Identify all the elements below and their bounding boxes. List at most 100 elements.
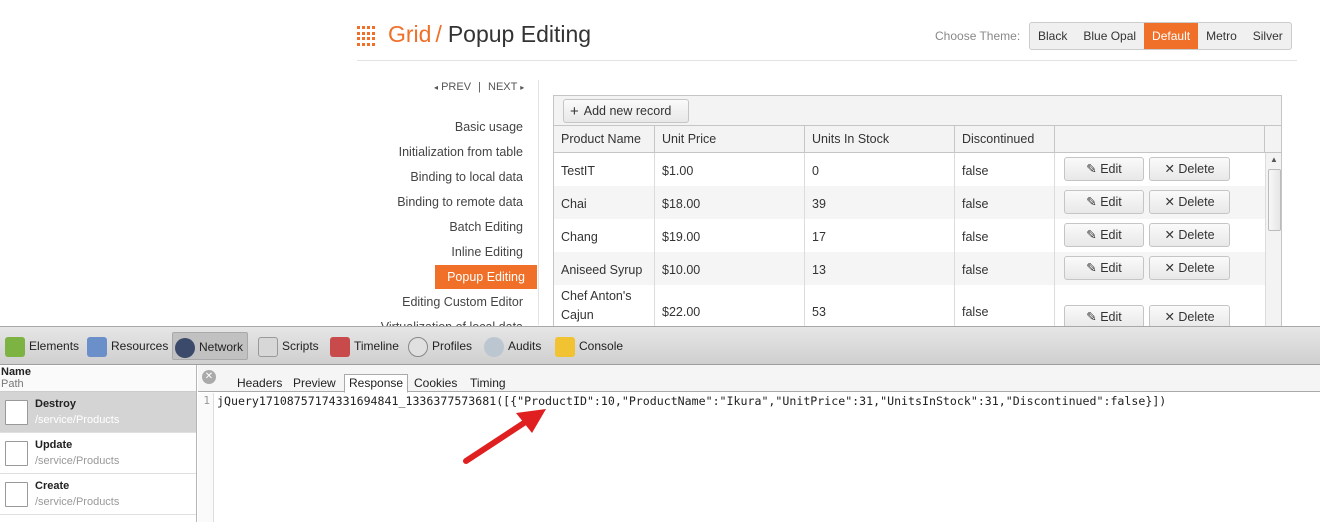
- request-item[interactable]: Update /service/Products: [0, 433, 196, 474]
- panel-timeline[interactable]: Timeline: [328, 332, 399, 360]
- grid-widget: + Add new record Product Name Unit Price …: [553, 95, 1282, 326]
- cell-product-name: Aniseed Syrup: [554, 252, 655, 285]
- cell-text: $22.00: [662, 305, 701, 319]
- prev-chevron-icon: ◂: [434, 83, 439, 92]
- devtools-toolbar: Elements Resources Network Scripts Timel…: [0, 327, 1320, 365]
- panel-elements[interactable]: Elements: [3, 332, 79, 360]
- panel-resources[interactable]: Resources: [85, 332, 168, 360]
- grid-scrollbar[interactable]: ▲: [1265, 153, 1281, 326]
- nav-item-initialization[interactable]: Initialization from table: [340, 145, 523, 159]
- edit-button[interactable]: ✎ Edit: [1064, 157, 1144, 181]
- cell-text: Aniseed Syrup: [561, 263, 643, 277]
- column-header-discontinued[interactable]: Discontinued: [955, 126, 1055, 152]
- prev-link[interactable]: PREV: [441, 81, 471, 93]
- delete-button[interactable]: ✕ Delete: [1149, 223, 1230, 247]
- close-icon: ✕: [1164, 310, 1179, 324]
- table-row[interactable]: Chai $18.00 39 false ✎ Edit ✕ Delete: [554, 186, 1265, 219]
- cell-unit-price: $19.00: [655, 219, 805, 252]
- header-divider: [357, 60, 1297, 61]
- panel-label: Resources: [111, 339, 169, 353]
- tab-preview[interactable]: Preview: [293, 375, 336, 392]
- delete-button[interactable]: ✕ Delete: [1149, 157, 1230, 181]
- title-page: Popup Editing: [447, 21, 592, 47]
- nav-item-batch-editing[interactable]: Batch Editing: [340, 220, 523, 234]
- response-body: jQuery17108757174331694841_1336377573681…: [217, 394, 1167, 408]
- cell-text: 13: [812, 263, 826, 277]
- devtools-panel: Elements Resources Network Scripts Timel…: [0, 326, 1320, 522]
- delete-button[interactable]: ✕ Delete: [1149, 305, 1230, 326]
- cell-text: false: [962, 230, 989, 244]
- tab-timing[interactable]: Timing: [470, 375, 506, 392]
- edit-button[interactable]: ✎ Edit: [1064, 305, 1144, 326]
- request-item[interactable]: Create /service/Products: [0, 474, 196, 515]
- panel-label: Timeline: [354, 339, 399, 353]
- tab-headers[interactable]: Headers: [237, 375, 282, 392]
- table-row[interactable]: Chang $19.00 17 false ✎ Edit ✕ Delete: [554, 219, 1265, 252]
- network-icon: [175, 337, 195, 358]
- request-item[interactable]: Destroy /service/Products: [0, 392, 196, 433]
- theme-metro[interactable]: Metro: [1198, 23, 1245, 49]
- scroll-up-arrow-icon[interactable]: ▲: [1270, 155, 1278, 164]
- scrollbar-thumb[interactable]: [1268, 169, 1281, 231]
- nav-item-basic-usage[interactable]: Basic usage: [340, 120, 523, 134]
- tab-cookies[interactable]: Cookies: [414, 375, 457, 392]
- panel-profiles[interactable]: Profiles: [406, 332, 472, 360]
- panel-network[interactable]: Network: [172, 332, 249, 360]
- column-header-unit-price[interactable]: Unit Price: [655, 126, 805, 152]
- panel-console[interactable]: Console: [553, 332, 623, 360]
- nav-item-remote-data[interactable]: Binding to remote data: [340, 195, 523, 209]
- column-header-product-name[interactable]: Product Name: [554, 126, 655, 152]
- column-header-commands: [1055, 126, 1265, 152]
- table-row[interactable]: Chef Anton's Cajun $22.00 53 false ✎ Edi…: [554, 285, 1265, 326]
- document-icon: [5, 400, 28, 425]
- nav-separator: |: [478, 81, 481, 93]
- response-viewer[interactable]: 1 jQuery17108757174331694841_13363775736…: [198, 393, 1320, 522]
- title-section[interactable]: Grid: [388, 21, 431, 47]
- theme-black[interactable]: Black: [1030, 23, 1075, 49]
- prev-next-nav: ◂ PREV | NEXT ▸: [434, 81, 524, 93]
- add-new-record-button[interactable]: + Add new record: [563, 99, 689, 123]
- elements-icon: [5, 336, 25, 357]
- edit-button[interactable]: ✎ Edit: [1064, 256, 1144, 280]
- nav-divider: [538, 80, 539, 325]
- nav-item-popup-editing[interactable]: Popup Editing: [435, 265, 537, 289]
- nav-item-custom-editor[interactable]: Editing Custom Editor: [340, 295, 523, 309]
- cell-discontinued: false: [955, 285, 1055, 326]
- theme-default[interactable]: Default: [1144, 23, 1199, 49]
- table-row[interactable]: TestIT $1.00 0 false ✎ Edit ✕ Delete: [554, 153, 1265, 186]
- request-detail: ✕ Headers Preview Response Cookies Timin…: [198, 365, 1320, 522]
- cell-text: Chai: [561, 197, 587, 211]
- theme-blue-opal[interactable]: Blue Opal: [1075, 23, 1144, 49]
- delete-button[interactable]: ✕ Delete: [1149, 256, 1230, 280]
- panel-label: Profiles: [432, 339, 473, 353]
- tab-response[interactable]: Response: [344, 374, 409, 393]
- request-list-header[interactable]: Name Path: [0, 366, 196, 392]
- panel-audits[interactable]: Audits: [482, 332, 541, 360]
- nav-item-inline-editing[interactable]: Inline Editing: [340, 245, 523, 259]
- column-header-units-in-stock[interactable]: Units In Stock: [805, 126, 955, 152]
- next-link[interactable]: NEXT: [488, 81, 517, 93]
- edit-button[interactable]: ✎ Edit: [1064, 190, 1144, 214]
- nav-item-local-data[interactable]: Binding to local data: [340, 170, 523, 184]
- request-path: /service/Products: [35, 455, 120, 467]
- scripts-icon: [258, 336, 278, 357]
- panel-label: Elements: [29, 339, 80, 353]
- close-icon[interactable]: ✕: [202, 370, 216, 384]
- cell-text: 17: [812, 230, 826, 244]
- cell-units-in-stock: 17: [805, 219, 955, 252]
- page-title: Grid / Popup Editing: [388, 21, 591, 48]
- delete-label: Delete: [1178, 162, 1215, 176]
- cell-product-name: Chang: [554, 219, 655, 252]
- theme-silver[interactable]: Silver: [1245, 23, 1291, 49]
- table-row[interactable]: Aniseed Syrup $10.00 13 false ✎ Edit ✕ D…: [554, 252, 1265, 285]
- cell-discontinued: false: [955, 153, 1055, 186]
- timeline-icon: [330, 336, 350, 357]
- cell-units-in-stock: 39: [805, 186, 955, 219]
- edit-button[interactable]: ✎ Edit: [1064, 223, 1144, 247]
- cell-discontinued: false: [955, 252, 1055, 285]
- delete-label: Delete: [1178, 310, 1215, 324]
- cell-product-name: Chai: [554, 186, 655, 219]
- panel-scripts[interactable]: Scripts: [256, 332, 319, 360]
- cell-product-name: TestIT: [554, 153, 655, 186]
- delete-button[interactable]: ✕ Delete: [1149, 190, 1230, 214]
